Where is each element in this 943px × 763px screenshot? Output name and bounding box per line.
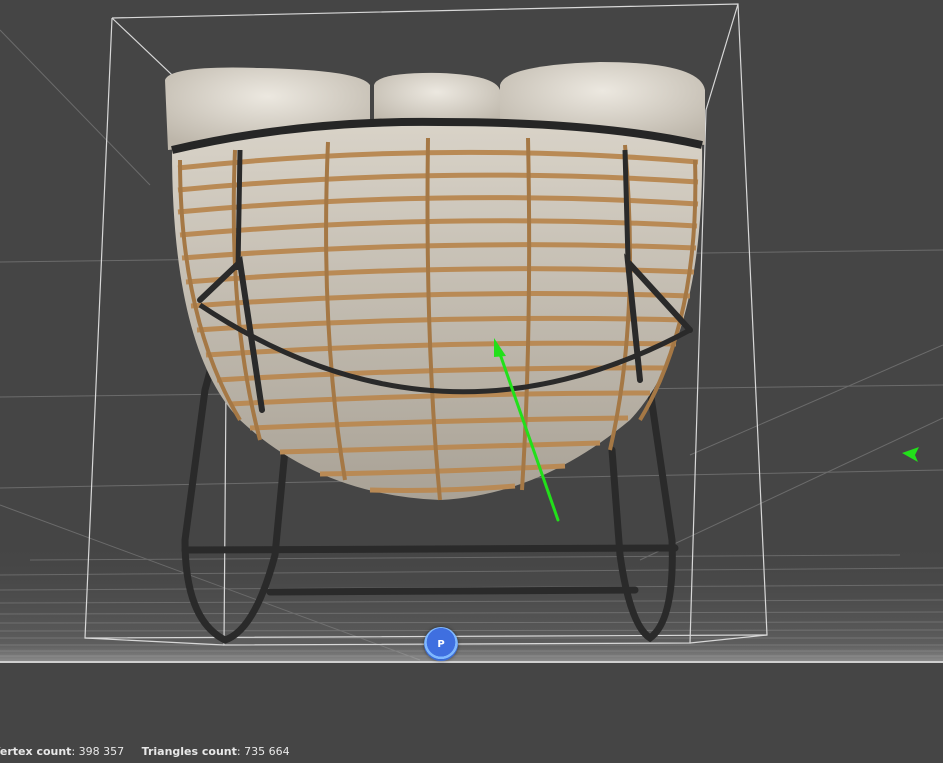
status-bar: Vertex count: 398 357 Triangles count: 7…	[0, 741, 392, 758]
3d-viewport[interactable]	[0, 0, 943, 752]
light-direction-icon[interactable]	[902, 447, 919, 462]
pivot-point-handle[interactable]: P	[424, 627, 458, 661]
